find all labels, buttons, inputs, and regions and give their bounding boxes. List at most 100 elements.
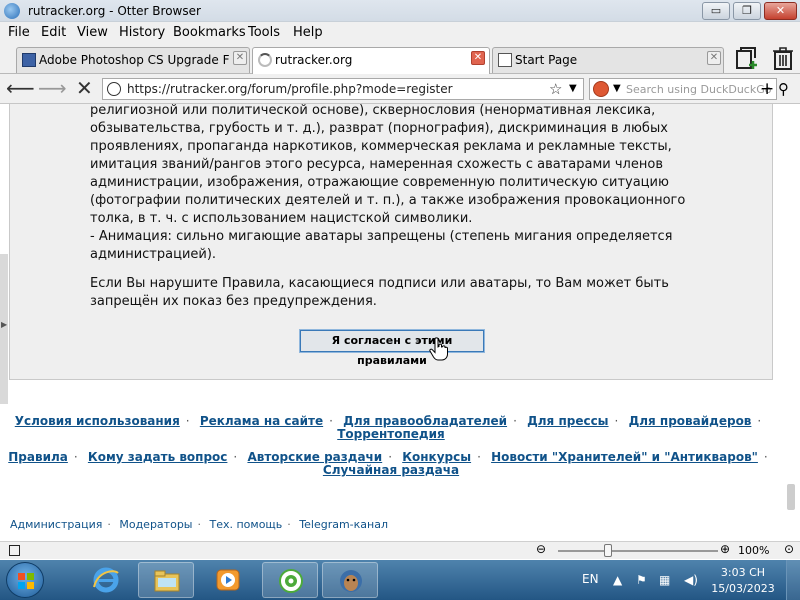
page-icon bbox=[498, 53, 512, 67]
menu-view[interactable]: View bbox=[77, 25, 108, 40]
rules-line: администрацией). bbox=[90, 247, 217, 262]
start-button[interactable] bbox=[6, 562, 44, 598]
language-indicator[interactable]: EN bbox=[582, 572, 599, 586]
footer-links-row-1: Условия использования · Реклама на сайте ·… bbox=[0, 414, 782, 428]
web-page: ▶ религиозной или политической основе), … bbox=[0, 104, 800, 541]
internet-explorer-icon bbox=[93, 567, 119, 593]
footer-link-tech-help[interactable]: Тех. помощь bbox=[209, 518, 282, 531]
footer-link-ads[interactable]: Реклама на сайте bbox=[200, 414, 323, 428]
search-placeholder[interactable]: Search using DuckDuckGo bbox=[626, 83, 771, 96]
agree-rules-button[interactable]: Я согласен с этими правилами bbox=[299, 329, 485, 367]
menu-history[interactable]: History bbox=[119, 25, 165, 40]
footer-link-moderators[interactable]: Модераторы bbox=[119, 518, 192, 531]
taskbar-file-explorer[interactable] bbox=[138, 562, 194, 598]
footer-link-ask[interactable]: Кому задать вопрос bbox=[88, 450, 228, 464]
zoom-reset-icon[interactable]: ⊙ bbox=[784, 542, 794, 556]
clock-time: 3:03 CH bbox=[720, 566, 766, 579]
footer-link-torrentopedia[interactable]: Торрентопедия bbox=[337, 427, 444, 441]
rules-line: администрации, изображения, отражающие с… bbox=[90, 175, 669, 190]
url-text[interactable]: https://rutracker.org/forum/profile.php?… bbox=[127, 82, 453, 96]
maximize-button[interactable]: ❐ bbox=[733, 2, 761, 20]
system-clock[interactable]: 3:03 CH 15/03/2023 bbox=[711, 565, 775, 597]
close-window-button[interactable]: ✕ bbox=[764, 2, 797, 20]
duckduckgo-icon[interactable] bbox=[593, 81, 609, 97]
show-desktop-button[interactable] bbox=[786, 560, 800, 600]
zoom-out-icon[interactable]: ⊖ bbox=[536, 542, 546, 556]
search-icon[interactable]: ⚲ bbox=[778, 80, 789, 98]
show-hidden-icons-icon[interactable]: ▲ bbox=[613, 573, 622, 587]
file-explorer-icon bbox=[154, 570, 180, 592]
footer-link-author-releases[interactable]: Авторские раздачи bbox=[247, 450, 382, 464]
chevron-down-icon[interactable]: ▼ bbox=[613, 83, 621, 94]
separator: · bbox=[757, 414, 762, 428]
zoom-slider[interactable] bbox=[558, 550, 718, 552]
close-tab-icon[interactable]: ✕ bbox=[707, 51, 721, 65]
chevron-down-icon[interactable]: ▼ bbox=[569, 83, 577, 94]
coccoc-browser-icon bbox=[279, 569, 303, 593]
zoom-level-value: 100 bbox=[738, 544, 759, 557]
taskbar-otter-browser[interactable] bbox=[322, 562, 378, 598]
volume-icon[interactable]: ◀) bbox=[684, 573, 698, 587]
new-tab-icon[interactable] bbox=[735, 46, 759, 70]
separator: · bbox=[233, 450, 238, 464]
separator: · bbox=[107, 518, 111, 531]
stop-icon[interactable]: ✕ bbox=[76, 78, 93, 98]
network-icon[interactable]: ▦ bbox=[659, 573, 670, 587]
globe-icon bbox=[107, 82, 121, 96]
menu-tools[interactable]: Tools bbox=[248, 25, 280, 40]
navigation-bar: ⟵ ⟶ ✕ https://rutracker.org/forum/profil… bbox=[0, 74, 800, 104]
menu-edit[interactable]: Edit bbox=[41, 25, 66, 40]
tab-rutracker[interactable]: rutracker.org ✕ bbox=[252, 47, 490, 75]
menu-bookmarks[interactable]: Bookmarks bbox=[173, 25, 246, 40]
add-search-engine-icon[interactable]: + bbox=[760, 79, 774, 99]
address-bar[interactable]: https://rutracker.org/forum/profile.php?… bbox=[102, 78, 584, 100]
sidebar-toggle[interactable]: ▶ bbox=[0, 254, 8, 404]
trash-icon[interactable] bbox=[772, 46, 794, 70]
chevron-right-icon: ▶ bbox=[1, 320, 8, 329]
title-bar: rutracker.org - Otter Browser ▭ ❐ ✕ bbox=[0, 0, 800, 22]
taskbar-internet-explorer[interactable] bbox=[78, 562, 134, 598]
window-title: rutracker.org - Otter Browser bbox=[28, 4, 201, 18]
vertical-scrollbar[interactable] bbox=[782, 104, 800, 541]
zoom-in-icon[interactable]: ⊕ bbox=[720, 542, 730, 556]
menu-help[interactable]: Help bbox=[293, 25, 323, 40]
search-box[interactable]: ▼ Search using DuckDuckGo + bbox=[589, 78, 777, 100]
footer-link-administration[interactable]: Администрация bbox=[10, 518, 102, 531]
forward-icon[interactable]: ⟶ bbox=[38, 78, 67, 98]
separator: · bbox=[388, 450, 393, 464]
footer-link-contests[interactable]: Конкурсы bbox=[402, 450, 471, 464]
taskbar-media-player[interactable] bbox=[200, 562, 256, 598]
footer-link-rules[interactable]: Правила bbox=[8, 450, 68, 464]
separator: · bbox=[614, 414, 619, 428]
zoom-level: 100% bbox=[738, 544, 770, 557]
close-tab-icon[interactable]: ✕ bbox=[233, 51, 247, 65]
rules-line: проявлениях, пропаганда наркотиков, комм… bbox=[90, 139, 672, 154]
action-center-flag-icon[interactable]: ⚑ bbox=[636, 573, 647, 587]
minimize-button[interactable]: ▭ bbox=[702, 2, 730, 20]
footer-link-terms[interactable]: Условия использования bbox=[15, 414, 180, 428]
zoom-slider-thumb[interactable] bbox=[604, 544, 612, 557]
bookmark-star-icon[interactable]: ☆ bbox=[549, 80, 562, 98]
menu-bar: File Edit View History Bookmarks Tools H… bbox=[0, 22, 800, 42]
separator: · bbox=[185, 414, 190, 428]
taskbar: EN ▲ ⚑ ▦ ◀) 3:03 CH 15/03/2023 bbox=[0, 560, 800, 600]
footer-link-press[interactable]: Для прессы bbox=[527, 414, 608, 428]
status-bar: ⊖ ⊕ 100% ⊙ bbox=[0, 541, 800, 559]
footer-link-random-release[interactable]: Случайная раздача bbox=[323, 463, 459, 477]
taskbar-coccoc-browser[interactable] bbox=[262, 562, 318, 598]
menu-file[interactable]: File bbox=[8, 25, 30, 40]
rules-line: (фотографии политических деятелей и т. п… bbox=[90, 193, 686, 208]
footer-link-providers[interactable]: Для провайдеров bbox=[629, 414, 752, 428]
scrollbar-thumb[interactable] bbox=[787, 484, 795, 510]
footer-link-telegram[interactable]: Telegram-канал bbox=[299, 518, 388, 531]
hand-cursor-icon bbox=[429, 337, 448, 361]
separator: · bbox=[329, 414, 333, 428]
rules-line: имитация званий/рангов этого ресурса, на… bbox=[90, 157, 663, 172]
tab-photoshop[interactable]: Adobe Photoshop CS Upgrade For Wi... ✕ bbox=[16, 47, 250, 73]
tab-start-page[interactable]: Start Page ✕ bbox=[492, 47, 724, 73]
footer-link-copyright[interactable]: Для правообладателей bbox=[343, 414, 507, 428]
back-icon[interactable]: ⟵ bbox=[6, 78, 35, 98]
close-tab-icon[interactable]: ✕ bbox=[471, 51, 485, 65]
sidebar-panel-icon[interactable] bbox=[9, 545, 20, 556]
footer-link-news[interactable]: Новости "Хранителей" и "Антикваров" bbox=[491, 450, 758, 464]
